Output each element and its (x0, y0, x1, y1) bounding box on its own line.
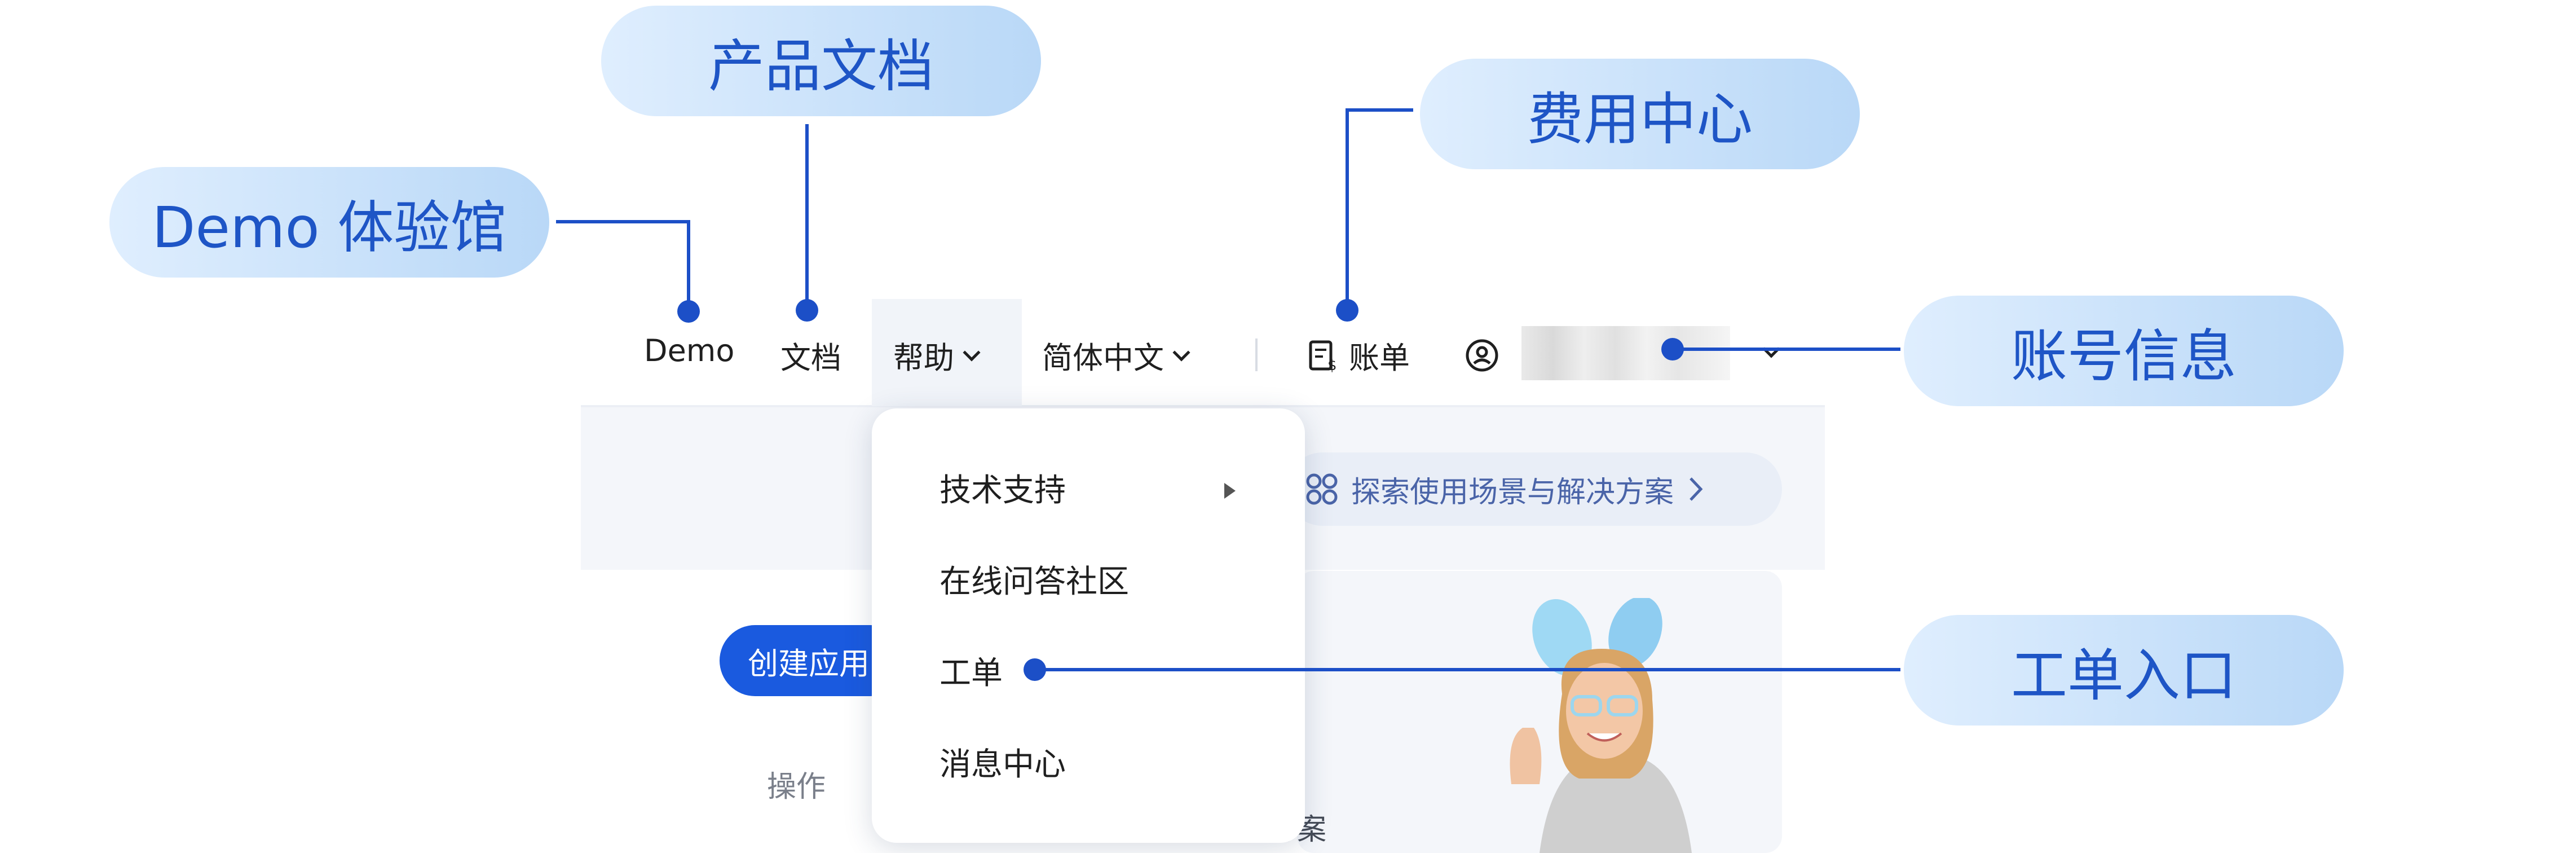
operation-label: 操作 (767, 770, 826, 804)
connector-line (556, 220, 690, 223)
explore-solutions-link[interactable]: 探索使用场景与解决方案 (1286, 452, 1782, 526)
scenes-icon (1306, 473, 1338, 505)
nav-separator (1255, 338, 1258, 371)
account-name-blurred[interactable] (1521, 326, 1730, 380)
chevron-down-icon (1172, 343, 1190, 362)
callout-billing-label: 费用中心 (1527, 86, 1753, 152)
callout-ticket: 工单入口 (1904, 615, 2344, 726)
callout-docs-label: 产品文档 (708, 33, 934, 99)
nav-demo-label: Demo (644, 333, 735, 368)
connector-dot (1661, 338, 1684, 360)
bill-icon: $ (1309, 340, 1337, 372)
callout-demo: Demo 体验馆 (109, 167, 549, 278)
menu-item-tech-support[interactable]: 技术支持 (939, 465, 1066, 511)
nav-billing-label: 账单 (1349, 340, 1410, 376)
nav-docs-label: 文档 (780, 340, 841, 376)
chevron-down-icon (963, 343, 981, 362)
connector-line (1034, 668, 1900, 671)
nav-language-label: 简体中文 (1042, 340, 1164, 376)
menu-item-community[interactable]: 在线问答社区 (939, 556, 1129, 602)
callout-docs: 产品文档 (601, 6, 1041, 116)
callout-account-label: 账号信息 (2011, 323, 2237, 389)
help-dropdown-menu: 技术支持 在线问答社区 工单 消息中心 (872, 408, 1305, 843)
nav-help-label: 帮助 (893, 340, 954, 376)
user-circle-icon[interactable] (1464, 337, 1500, 373)
explore-label: 探索使用场景与解决方案 (1351, 475, 1674, 509)
nav-help[interactable]: 帮助 (893, 333, 981, 377)
callout-demo-label: Demo 体验馆 (152, 194, 507, 261)
menu-item-ticket[interactable]: 工单 (939, 648, 1003, 693)
nav-billing[interactable]: $ 账单 (1307, 333, 1410, 377)
nav-demo[interactable]: Demo (644, 333, 734, 368)
callout-account: 账号信息 (1904, 296, 2344, 406)
svg-text:$: $ (1327, 357, 1337, 372)
connector-line (805, 124, 809, 310)
connector-line (687, 220, 690, 311)
connector-dot (1024, 658, 1046, 681)
promo-person-image (1510, 598, 1692, 853)
callout-billing: 费用中心 (1420, 59, 1860, 169)
chevron-right-icon (1690, 477, 1703, 501)
connector-line (1346, 108, 1413, 112)
callout-ticket-label: 工单入口 (2011, 642, 2237, 709)
connector-line (1346, 108, 1349, 309)
connector-dot (677, 300, 700, 323)
menu-item-messages[interactable]: 消息中心 (939, 739, 1066, 785)
connector-line (1677, 348, 1900, 351)
triangle-right-icon (1224, 483, 1236, 499)
nav-language[interactable]: 简体中文 (1042, 333, 1190, 377)
connector-dot (796, 299, 818, 322)
connector-dot (1336, 299, 1358, 322)
nav-docs[interactable]: 文档 (780, 333, 841, 377)
